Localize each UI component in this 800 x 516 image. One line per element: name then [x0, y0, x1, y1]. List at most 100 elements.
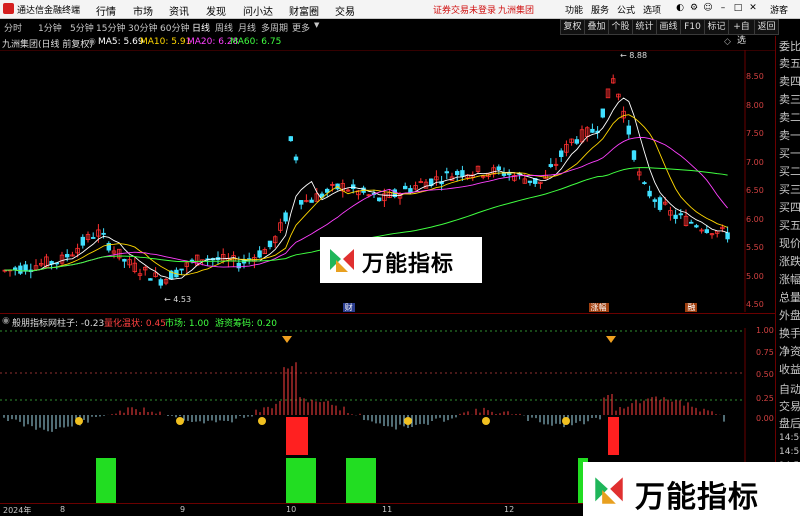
- more-chevron-icon[interactable]: ▼: [314, 21, 319, 29]
- event-marker[interactable]: 涨幅: [588, 303, 609, 312]
- quote-panel-item[interactable]: 盘后: [779, 415, 800, 431]
- menu-jiaoyi[interactable]: 交易: [335, 3, 355, 18]
- quote-panel-item[interactable]: 涨跌: [779, 253, 800, 269]
- quote-panel-item[interactable]: 买五: [779, 217, 800, 233]
- candle-body: [298, 200, 304, 205]
- period-30min[interactable]: 30分钟: [128, 21, 157, 34]
- quote-panel-item[interactable]: 交易: [779, 398, 800, 414]
- period-monthly[interactable]: 月线: [238, 21, 256, 34]
- quote-panel-item[interactable]: 卖五: [779, 55, 800, 71]
- close-icon[interactable]: ✕: [748, 4, 758, 13]
- signal-green-block: [346, 458, 376, 503]
- event-marker[interactable]: 融: [685, 303, 698, 312]
- candle-body: [647, 190, 652, 197]
- signal-green-block: [96, 458, 116, 503]
- quote-panel-item[interactable]: 卖二: [779, 109, 800, 125]
- btn-fuquan[interactable]: 复权: [560, 19, 585, 35]
- candle-body: [179, 268, 184, 271]
- period-multi[interactable]: 多周期: [261, 21, 288, 34]
- period-weekly[interactable]: 周线: [215, 21, 233, 34]
- quote-panel-item[interactable]: 收益: [779, 361, 800, 377]
- diamond-signal-icon: [282, 336, 292, 343]
- price-scale-label: 5.50: [746, 243, 764, 252]
- login-notice[interactable]: 证券交易未登录: [433, 3, 496, 16]
- quote-panel-item[interactable]: 净资: [779, 343, 800, 359]
- watermark-banner: 万能指标: [320, 237, 482, 283]
- period-fenshi[interactable]: 分时: [4, 21, 22, 34]
- candle-body: [444, 171, 449, 174]
- menu-xuanxiang[interactable]: 选项: [643, 3, 661, 16]
- date-axis-month: 9: [180, 505, 186, 514]
- btn-tongji[interactable]: 统计: [632, 19, 657, 35]
- quote-panel-item[interactable]: 卖四: [779, 73, 800, 89]
- period-1min[interactable]: 1分钟: [38, 21, 62, 34]
- minimize-icon[interactable]: –: [718, 4, 728, 13]
- candle-body: [288, 136, 293, 142]
- expand-icon[interactable]: ◇: [724, 37, 731, 47]
- period-more[interactable]: 更多: [292, 21, 310, 34]
- app-logo-icon: [3, 3, 14, 14]
- maximize-icon[interactable]: □: [733, 4, 743, 13]
- ma60-value: MA60: 6.75: [230, 37, 282, 47]
- signal-red-block: [608, 417, 619, 455]
- candle-body: [408, 188, 413, 193]
- settings-icon[interactable]: ⚙: [689, 4, 699, 13]
- quote-panel-item[interactable]: 自动: [779, 381, 800, 397]
- period-daily[interactable]: 日线: [192, 21, 210, 34]
- period-15min[interactable]: 15分钟: [96, 21, 125, 34]
- quote-panel-item[interactable]: 买二: [779, 163, 800, 179]
- btn-huaxian[interactable]: 画线: [656, 19, 681, 35]
- quote-panel-item[interactable]: 总量: [779, 289, 800, 305]
- diamond-signal-icon: [606, 336, 616, 343]
- btn-f10[interactable]: F10: [680, 19, 705, 35]
- candle-body: [80, 236, 85, 246]
- quote-panel-item[interactable]: 14:56: [779, 433, 800, 443]
- menu-caifuquan[interactable]: 财富圈: [289, 3, 319, 18]
- btn-biaoji[interactable]: 标记: [704, 19, 729, 35]
- menu-gongshi[interactable]: 公式: [617, 3, 635, 16]
- event-marker[interactable]: 财: [342, 303, 355, 312]
- quote-panel-item[interactable]: 买四: [779, 199, 800, 215]
- menu-faxian[interactable]: 发现: [206, 3, 226, 18]
- candle-body: [678, 213, 683, 216]
- price-scale-label: 8.50: [746, 72, 764, 81]
- quote-panel-item[interactable]: 14:56: [779, 447, 800, 457]
- ma10-value: MA10: 5.91: [140, 37, 192, 47]
- quote-panel-item[interactable]: 委比: [779, 38, 800, 54]
- quote-panel-item[interactable]: 卖三: [779, 91, 800, 107]
- user-icon[interactable]: ☺: [703, 4, 713, 13]
- smiley-icon: [482, 417, 490, 425]
- chart-header: 九洲集团(日线 前复权) ◉ MA5: 5.69 MA10: 5.91 MA20…: [0, 36, 770, 50]
- period-5min[interactable]: 5分钟: [70, 21, 94, 34]
- candle-body: [23, 264, 28, 272]
- period-60min[interactable]: 60分钟: [160, 21, 189, 34]
- menu-zixun[interactable]: 资讯: [169, 3, 189, 18]
- quote-panel-item[interactable]: 买三: [779, 181, 800, 197]
- guest-label[interactable]: 游客: [770, 3, 788, 16]
- menu-shichang[interactable]: 市场: [133, 3, 153, 18]
- ma-settings-icon[interactable]: ◉: [88, 37, 96, 47]
- menu-wenxiaoda[interactable]: 问小达: [243, 3, 273, 18]
- menu-fuwu[interactable]: 服务: [591, 3, 609, 16]
- indicator-settings-icon[interactable]: ◉: [2, 316, 10, 326]
- quote-panel-item[interactable]: 涨幅: [779, 271, 800, 287]
- smiley-icon: [75, 417, 83, 425]
- quote-panel-item[interactable]: 换手: [779, 325, 800, 341]
- quote-panel-item[interactable]: 卖一: [779, 127, 800, 143]
- skin-icon[interactable]: ◐: [675, 4, 685, 13]
- candle-body: [267, 240, 273, 248]
- quote-panel-item[interactable]: 现价: [779, 235, 800, 251]
- btn-fanhui[interactable]: 返回: [754, 19, 779, 35]
- btn-diejia[interactable]: 叠加: [584, 19, 609, 35]
- menu-gongneng[interactable]: 功能: [565, 3, 583, 16]
- btn-zixuan[interactable]: +自选: [728, 19, 755, 46]
- quote-panel-item[interactable]: 买一: [779, 145, 800, 161]
- btn-gegu[interactable]: 个股: [608, 19, 633, 35]
- candle-body: [65, 254, 70, 258]
- menu-hangqing[interactable]: 行情: [96, 3, 116, 18]
- collapse-chevron-icon[interactable]: ˇ: [740, 37, 745, 47]
- candle-body: [574, 139, 579, 144]
- quote-panel-item[interactable]: 外盘: [779, 307, 800, 323]
- candle-body: [626, 125, 631, 135]
- indicator-scale-label: 1.00: [756, 326, 774, 335]
